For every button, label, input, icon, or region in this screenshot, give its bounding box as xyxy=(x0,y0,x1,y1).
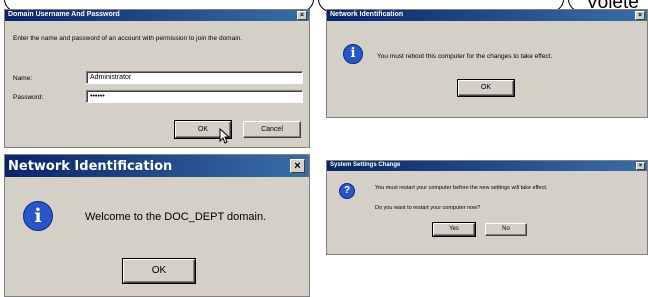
info-icon: i xyxy=(23,201,53,231)
name-field-value: Administrator xyxy=(90,74,132,81)
password-field-value: •••••• xyxy=(90,93,105,100)
restart-message-line2: Do you want to restart your computer now… xyxy=(375,205,481,211)
welcome-title-bar[interactable]: Network Identification × xyxy=(5,155,309,177)
reboot-message: You must reboot this computer for the ch… xyxy=(377,53,553,60)
ok-button[interactable]: OK xyxy=(122,258,196,284)
close-icon[interactable]: × xyxy=(297,11,307,20)
credentials-dialog: Domain Username And Password × Enter the… xyxy=(4,9,310,148)
yes-button[interactable]: Yes xyxy=(432,222,476,237)
credentials-description: Enter the name and password of an accoun… xyxy=(13,35,243,42)
close-icon[interactable]: × xyxy=(290,159,305,173)
credentials-title-bar[interactable]: Domain Username And Password × xyxy=(5,10,309,21)
password-field[interactable]: •••••• xyxy=(86,90,303,103)
close-icon[interactable]: × xyxy=(636,162,645,170)
name-label: Name: xyxy=(13,75,33,82)
cancel-button[interactable]: Cancel xyxy=(243,121,301,138)
reboot-title-bar[interactable]: Network Identification × xyxy=(327,10,647,21)
restart-message-line1: You must restart your computer before th… xyxy=(375,185,548,191)
question-icon: ? xyxy=(339,183,355,199)
mouse-pointer-icon xyxy=(219,128,231,144)
welcome-message: Welcome to the DOC_DEPT domain. xyxy=(85,211,267,223)
ok-button[interactable]: OK xyxy=(457,79,515,97)
welcome-dialog: Network Identification × i Welcome to th… xyxy=(4,154,310,297)
name-field[interactable]: Administrator xyxy=(86,71,303,84)
restart-title-bar[interactable]: System Settings Change × xyxy=(327,161,647,171)
restart-title: System Settings Change xyxy=(330,162,401,168)
no-button[interactable]: No xyxy=(485,223,527,236)
password-label: Password: xyxy=(13,94,44,101)
reboot-title: Network Identification xyxy=(330,11,404,18)
info-icon: i xyxy=(343,44,363,64)
restart-dialog: System Settings Change × ? You must rest… xyxy=(326,160,648,255)
welcome-title: Network Identification xyxy=(8,159,173,174)
credentials-title: Domain Username And Password xyxy=(8,11,120,18)
close-icon[interactable]: × xyxy=(635,11,645,20)
reboot-dialog: Network Identification × i You must rebo… xyxy=(326,9,648,118)
